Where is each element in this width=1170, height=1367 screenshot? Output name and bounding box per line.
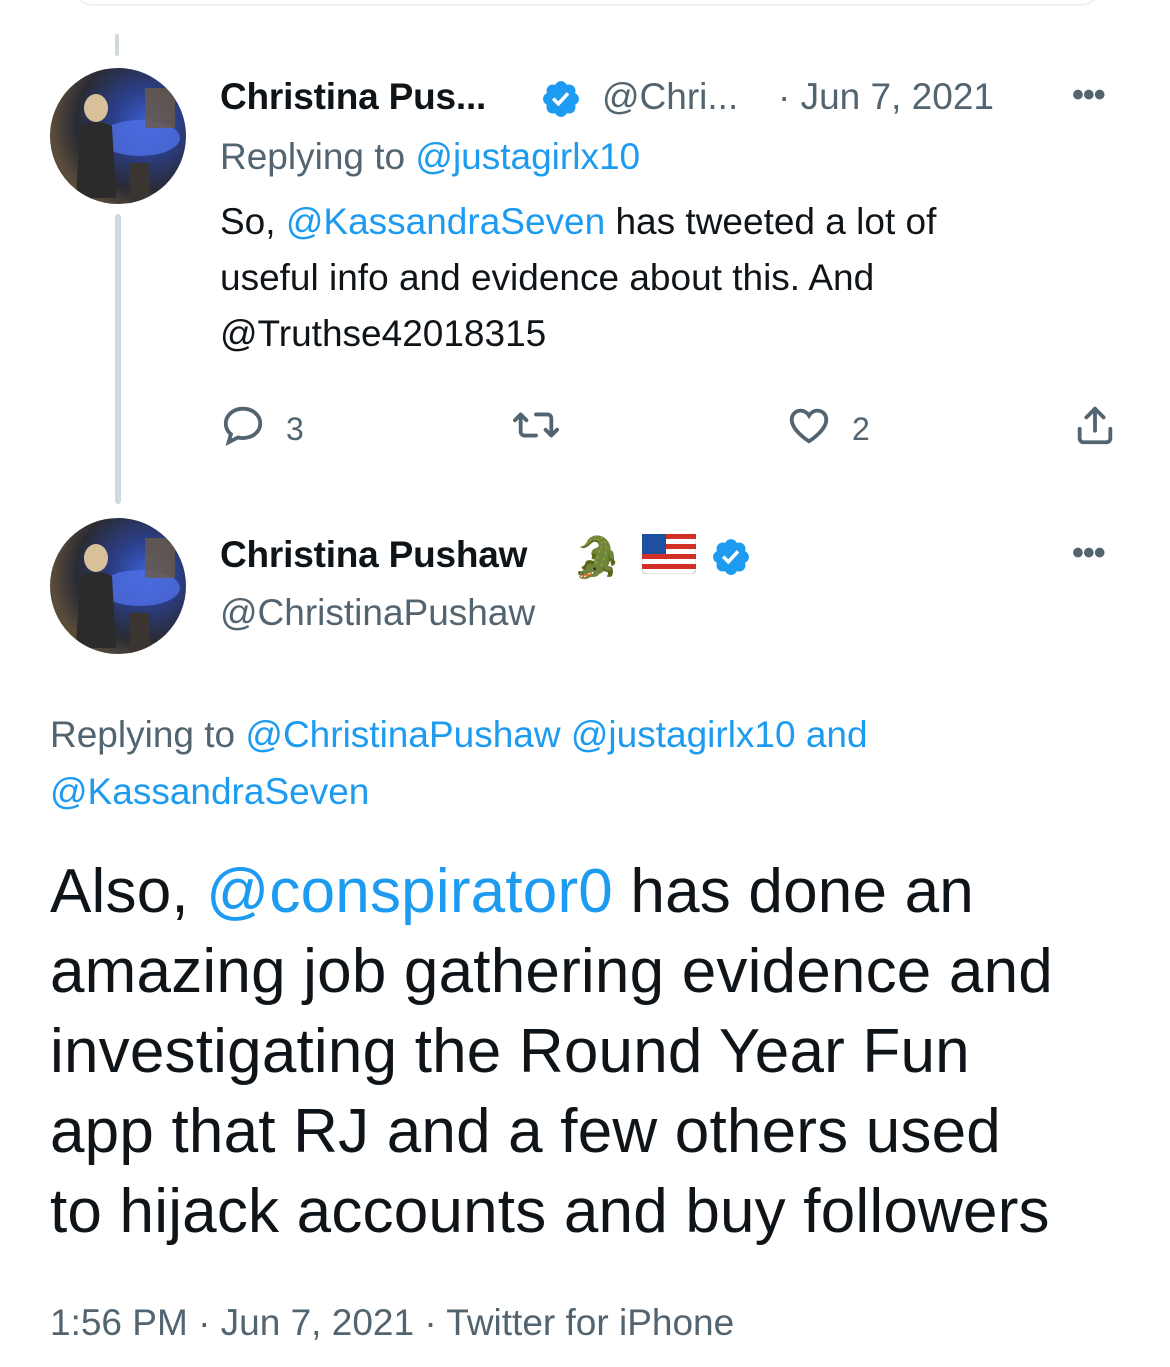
replying-to: Replying to @justagirlx10 [220, 136, 640, 178]
avatar[interactable] [50, 518, 186, 654]
replying-to: Replying to @ChristinaPushaw @justagirlx… [50, 706, 868, 820]
timestamp[interactable]: 1:56 PM · Jun 7, 2021 · [50, 1302, 446, 1343]
replying-to-handle[interactable]: @KassandraSeven [50, 763, 868, 820]
alligator-emoji-icon: 🐊 [572, 536, 622, 580]
tweet-text-line: Also, @conspirator0 has done an [50, 852, 1150, 932]
reply-button[interactable]: 3 [220, 402, 304, 456]
display-name[interactable]: Christina Pushaw [220, 534, 527, 576]
tweet-text-line: useful info and evidence about this. And [220, 257, 875, 298]
like-count: 2 [852, 410, 870, 447]
handle[interactable]: @Chri... [602, 76, 738, 118]
display-name[interactable]: Christina Pus... [220, 76, 486, 118]
avatar[interactable] [50, 68, 186, 204]
mention-link[interactable]: @KassandraSeven [286, 201, 605, 242]
thread-line [115, 214, 121, 504]
tweet-meta: 1:56 PM · Jun 7, 2021 · Twitter for iPho… [50, 1302, 734, 1344]
verified-badge-icon [540, 78, 582, 125]
share-button[interactable] [1072, 402, 1118, 456]
source-app[interactable]: Twitter for iPhone [446, 1302, 734, 1343]
tweet-text-line: @Truthse42018315 [220, 313, 547, 354]
text-segment: has tweeted a lot of [605, 201, 937, 242]
tweet-date[interactable]: · Jun 7, 2021 [778, 76, 994, 118]
tweet-text: Also, @conspirator0 has done an amazing … [50, 852, 1150, 1252]
retweet-icon [510, 402, 562, 456]
text-segment: has done an [613, 857, 974, 926]
replying-to-handles[interactable]: @ChristinaPushaw @justagirlx10 and [245, 714, 867, 755]
us-flag-icon [641, 533, 697, 579]
tweet-text: So, @KassandraSeven has tweeted a lot of… [220, 194, 1100, 362]
handle[interactable]: @ChristinaPushaw [220, 592, 535, 634]
text-segment: So, [220, 201, 286, 242]
share-icon [1072, 402, 1118, 456]
verified-badge-icon [710, 536, 752, 583]
tweet-text-line: So, @KassandraSeven has tweeted a lot of [220, 194, 1100, 250]
previous-tweet-card [70, 0, 1104, 6]
like-button[interactable]: 2 [786, 402, 870, 456]
retweet-button[interactable] [510, 402, 562, 456]
tweet-text-line: app that RJ and a few others used [50, 1097, 1001, 1166]
thread-line-top [115, 34, 119, 56]
tweet-text-line: to hijack accounts and buy followers [50, 1177, 1050, 1246]
tweet-text-line: amazing job gathering evidence and [50, 937, 1053, 1006]
like-icon [786, 402, 832, 456]
reply-icon [220, 402, 266, 456]
replying-to-handle[interactable]: @justagirlx10 [415, 136, 640, 177]
more-options-icon[interactable]: ••• [1072, 76, 1106, 115]
reply-count: 3 [286, 410, 304, 447]
replying-to-label: Replying to [220, 136, 416, 177]
mention-link[interactable]: @conspirator0 [206, 857, 613, 926]
tweet-text-line: investigating the Round Year Fun [50, 1017, 970, 1086]
replying-to-label: Replying to [50, 714, 246, 755]
text-segment: Also, [50, 857, 207, 926]
replying-to-line: Replying to @ChristinaPushaw @justagirlx… [50, 706, 868, 763]
more-options-icon[interactable]: ••• [1072, 534, 1106, 573]
